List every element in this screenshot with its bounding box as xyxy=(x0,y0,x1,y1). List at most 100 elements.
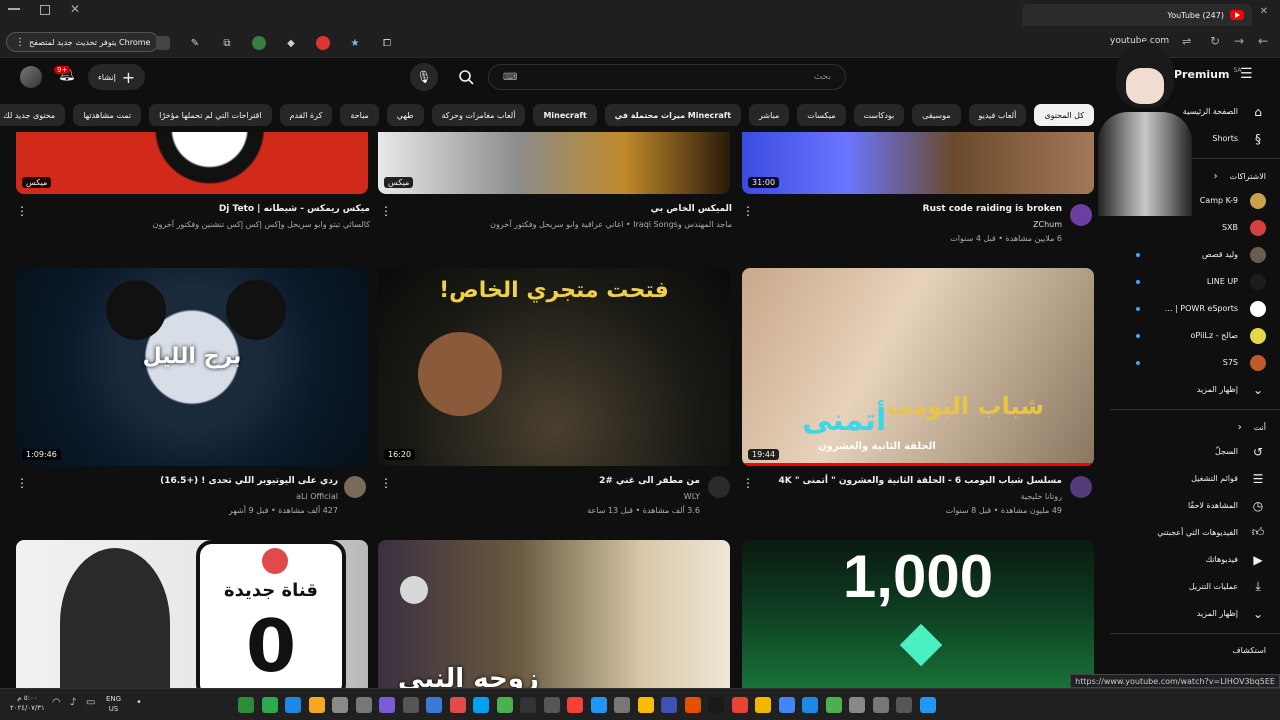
search-input[interactable]: بحث ⌨ xyxy=(488,64,846,90)
sidebar-item-you-5[interactable]: ⤓ عمليات التنزيل xyxy=(1110,573,1280,600)
taskbar-app-icon[interactable] xyxy=(496,697,513,713)
taskbar-app-icon[interactable] xyxy=(308,697,325,713)
channel-name[interactable]: روتانا خليجية xyxy=(732,492,1062,501)
taskbar-app-icon[interactable] xyxy=(755,697,771,713)
mic-tray-icon[interactable]: • xyxy=(136,697,142,708)
sidebar-item-subscription[interactable]: وليد قصص xyxy=(1110,241,1280,268)
taskbar-app-icon[interactable] xyxy=(825,697,842,713)
shield-extension-icon[interactable] xyxy=(252,36,266,50)
diamond-icon[interactable]: ◆ xyxy=(284,36,298,50)
channel-name[interactable]: ZChum xyxy=(732,220,1062,229)
search-button[interactable] xyxy=(452,63,480,91)
wifi-icon[interactable]: ◠ xyxy=(52,697,61,708)
video-thumbnail[interactable]: قناة جديدة 0 xyxy=(16,540,368,688)
more-options-icon[interactable]: ⋮ xyxy=(16,476,28,490)
chrome-update-button[interactable]: ⋮ يتوفر تحديث جديد لمتصفح Chrome xyxy=(6,32,160,52)
account-avatar[interactable] xyxy=(20,66,42,88)
sidebar-item-subscription[interactable]: SXB xyxy=(1110,214,1280,241)
sidebar-show-more[interactable]: ⌄ إظهار المزيد xyxy=(1110,376,1280,403)
video-thumbnail[interactable]: 1,000 xyxy=(742,540,1094,688)
sidebar-item-subscription[interactable]: POWR eSports | ... xyxy=(1110,295,1280,322)
video-title[interactable]: الميكس الخاص بي xyxy=(402,204,732,214)
video-thumbnail[interactable]: ميكس xyxy=(378,132,730,194)
video-thumbnail[interactable]: برج الليل 1:09:46 xyxy=(16,268,368,466)
video-thumbnail[interactable]: أتمنى شباب البومب الحلقة الثانية والعشرو… xyxy=(742,268,1094,466)
edit-icon[interactable]: ✎ xyxy=(188,36,202,50)
taskbar-app-icon[interactable] xyxy=(473,697,489,713)
back-icon[interactable]: ← xyxy=(1258,34,1268,48)
taskbar-app-icon[interactable] xyxy=(449,697,466,713)
channel-avatar[interactable] xyxy=(1070,476,1092,498)
chip-13[interactable]: تمت مشاهدتها xyxy=(73,104,142,126)
channel-name[interactable]: WLY xyxy=(370,492,700,501)
video-title[interactable]: Rust code raiding is broken xyxy=(732,204,1062,214)
video-thumbnail[interactable]: زوجه النبي xyxy=(378,540,730,688)
sidebar-item-you-4[interactable]: ▶ فيديوهاتك xyxy=(1110,546,1280,573)
chip-6[interactable]: ميزات محتملة في Minecraft xyxy=(604,104,742,126)
forward-icon[interactable]: → xyxy=(1234,34,1244,48)
taskbar-app-icon[interactable] xyxy=(731,697,748,713)
keyboard-icon[interactable]: ⌨ xyxy=(503,72,517,83)
more-options-icon[interactable]: ⋮ xyxy=(380,476,392,490)
taskbar-app-icon[interactable] xyxy=(238,697,254,713)
sidebar-item-subscription[interactable]: LINE UP xyxy=(1110,268,1280,295)
channel-avatar[interactable] xyxy=(1070,204,1092,226)
more-options-icon[interactable]: ⋮ xyxy=(742,204,754,218)
chip-9[interactable]: طهي xyxy=(386,104,424,126)
sidebar-item-subscription[interactable]: S7S xyxy=(1110,349,1280,376)
chip-12[interactable]: اقتراحات التي لم تحملها مؤخرًا xyxy=(149,104,272,126)
chip-0[interactable]: كل المحتوى xyxy=(1034,104,1094,126)
taskbar-app-icon[interactable] xyxy=(285,697,301,713)
chip-4[interactable]: ميكسات xyxy=(797,104,846,126)
screenshot-icon[interactable]: ⧠ xyxy=(380,36,394,50)
video-title[interactable]: ردي على اليوتيوبر اللي تحدى ! (+16.5) xyxy=(8,476,338,486)
minimize-icon[interactable] xyxy=(8,8,20,10)
tab-youtube[interactable]: (247) YouTube xyxy=(1022,4,1252,26)
sidebar-item-you-0[interactable]: ↺ السجلّ xyxy=(1110,438,1280,465)
sidebar-item-you-3[interactable]: 👍︎ الفيديوهات التي أعجبتني xyxy=(1110,519,1280,546)
reload-icon[interactable]: ↻ xyxy=(1210,34,1220,48)
chip-10[interactable]: مباحة xyxy=(340,104,379,126)
taskbar-app-icon[interactable] xyxy=(778,697,795,713)
chip-3[interactable]: بودكاست xyxy=(853,104,905,126)
more-options-icon[interactable]: ⋮ xyxy=(742,476,754,490)
chip-2[interactable]: موسيقى xyxy=(912,104,961,126)
taskbar-app-icon[interactable] xyxy=(896,697,912,713)
maximize-icon[interactable] xyxy=(40,5,50,15)
video-title[interactable]: مسلسل شباب البومب 6 - الحلقة الثانية وال… xyxy=(732,476,1062,486)
video-thumbnail[interactable]: ميكس xyxy=(16,132,368,194)
video-thumbnail[interactable]: فتحت متجري الخاص! 16:20 xyxy=(378,268,730,466)
sidebar-item-you-6[interactable]: ⌄ إظهار المزيد xyxy=(1110,600,1280,627)
taskbar-app-icon[interactable] xyxy=(872,697,889,713)
chip-1[interactable]: ألعاب فيديو xyxy=(968,104,1027,126)
system-clock[interactable]: ٥:٠٠ م ٢٠٢٤/٠٧/٣١ xyxy=(10,693,45,713)
taskbar-app-icon[interactable] xyxy=(402,697,419,713)
taskbar-app-icon[interactable] xyxy=(520,697,536,713)
create-button[interactable]: إنشاء + xyxy=(88,64,146,90)
taskbar-app-icon[interactable] xyxy=(708,697,724,713)
taskbar-app-icon[interactable] xyxy=(543,697,560,713)
taskbar-app-icon[interactable] xyxy=(614,697,630,713)
taskbar-app-icon[interactable] xyxy=(379,697,395,713)
chip-7[interactable]: Minecraft xyxy=(533,104,597,126)
sidebar-item-you-2[interactable]: ◷ المشاهدة لاحقًا xyxy=(1110,492,1280,519)
record-extension-icon[interactable] xyxy=(316,36,330,50)
taskbar-app-icon[interactable] xyxy=(661,697,677,713)
taskbar-app-icon[interactable] xyxy=(637,697,654,713)
battery-icon[interactable]: ▭ xyxy=(86,697,95,708)
bookmark-star-icon[interactable]: ★ xyxy=(348,36,362,50)
chip-5[interactable]: مباشر xyxy=(749,104,790,126)
tab-close-icon[interactable]: ✕ xyxy=(1260,6,1268,17)
hamburger-menu-icon[interactable]: ☰ xyxy=(1240,66,1253,82)
channel-avatar[interactable] xyxy=(344,476,366,498)
chip-11[interactable]: كرة القدم xyxy=(279,104,333,126)
taskbar-app-icon[interactable] xyxy=(684,697,701,713)
voice-search-button[interactable]: 🎙︎ xyxy=(410,63,438,91)
taskbar-app-icon[interactable] xyxy=(261,697,278,713)
you-header[interactable]: أنت ‹ xyxy=(1110,416,1280,438)
taskbar-app-icon[interactable] xyxy=(567,697,583,713)
puzzle-icon[interactable]: ⧉ xyxy=(220,36,234,50)
taskbar-app-icon[interactable] xyxy=(802,697,818,713)
speaker-icon[interactable]: ♪ xyxy=(70,697,76,708)
more-options-icon[interactable]: ⋮ xyxy=(380,204,392,218)
